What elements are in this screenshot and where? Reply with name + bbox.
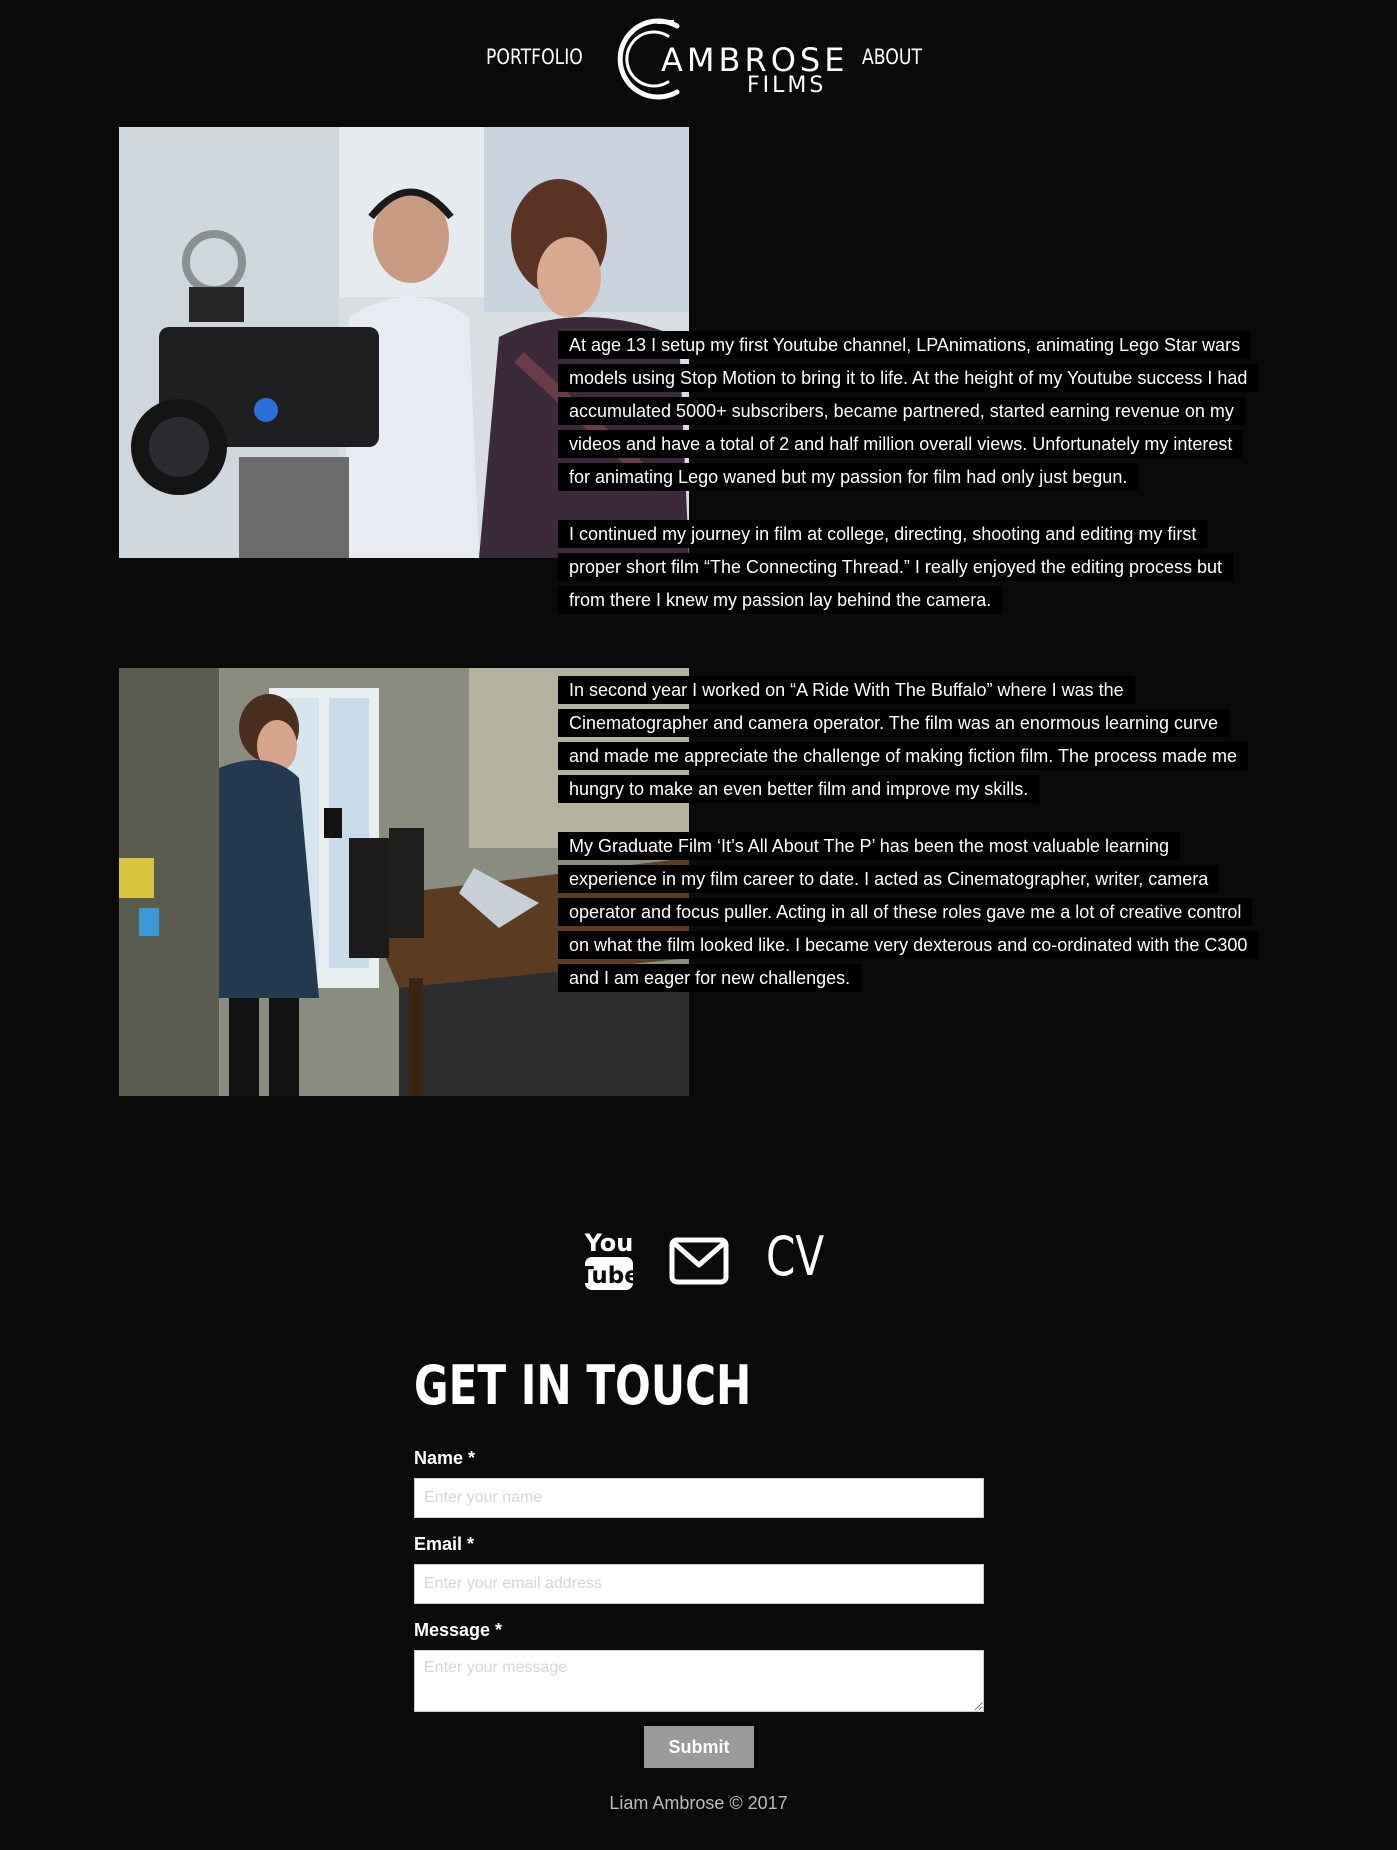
nav-portfolio-link[interactable]: PORTFOLIO	[486, 45, 583, 69]
bio-paragraph-text: At age 13 I setup my first Youtube chann…	[558, 331, 1259, 491]
social-links: You Tube CV	[0, 1225, 1397, 1295]
ambrose-films-logo[interactable]: AMBROSE FILMS	[612, 14, 844, 104]
bio-paragraph-text: In second year I worked on “A Ride With …	[558, 676, 1249, 803]
contact-form: GET IN TOUCH Name * Email * Message * Su…	[414, 1350, 984, 1768]
bio-paragraph-text: I continued my journey in film at colleg…	[558, 520, 1234, 614]
envelope-graphic	[669, 1237, 729, 1285]
youtube-icon-bottom-text: Tube	[584, 1263, 634, 1289]
email-label: Email *	[414, 1534, 475, 1554]
site-header: PORTFOLIO AMBROSE FILMS ABOUT	[0, 0, 1397, 126]
bio-paragraph: In second year I worked on “A Ride With …	[558, 674, 1249, 806]
message-label: Message *	[414, 1620, 503, 1640]
nav-about-link[interactable]: ABOUT	[862, 45, 922, 69]
name-input[interactable]	[414, 1478, 984, 1518]
bio-paragraph: My Graduate Film ‘It’s All About The P’ …	[558, 830, 1259, 995]
footer-copyright: Liam Ambrose © 2017	[609, 1793, 788, 1813]
bio-column-top: At age 13 I setup my first Youtube chann…	[558, 329, 1259, 641]
message-input[interactable]	[414, 1650, 984, 1712]
bio-column-bottom: In second year I worked on “A Ride With …	[558, 674, 1259, 1019]
youtube-icon[interactable]: You Tube	[578, 1227, 640, 1291]
youtube-logo-graphic: You Tube	[578, 1229, 640, 1290]
email-input[interactable]	[414, 1564, 984, 1604]
bio-paragraph-text: My Graduate Film ‘It’s All About The P’ …	[558, 832, 1259, 992]
youtube-icon-top-text: You	[584, 1229, 633, 1257]
cv-link[interactable]: CV	[766, 1225, 824, 1288]
email-icon[interactable]	[669, 1237, 729, 1285]
contact-title: GET IN TOUCH	[414, 1354, 752, 1417]
bio-paragraph: I continued my journey in film at colleg…	[558, 518, 1248, 617]
submit-button[interactable]: Submit	[644, 1726, 754, 1768]
bio-paragraph: At age 13 I setup my first Youtube chann…	[558, 329, 1259, 494]
name-label: Name *	[414, 1448, 476, 1468]
logo-word-films: FILMS	[747, 73, 827, 98]
